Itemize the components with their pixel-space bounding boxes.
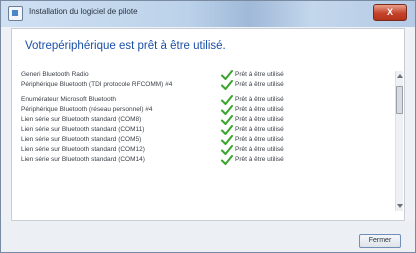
device-list: Generi Bluetooth Radio Prêt à être utilis… — [21, 70, 381, 209]
device-name: Lien série sur Bluetooth standard (COM12… — [21, 146, 145, 153]
device-row: Périphérique Bluetooth (réseau personnel… — [21, 105, 381, 116]
installer-window: Installation du logiciel de pilote X Vot… — [0, 0, 416, 253]
device-row: Generi Bluetooth Radio Prêt à être utilis… — [21, 70, 381, 81]
device-row: Lien série sur Bluetooth standard (COM8)… — [21, 115, 381, 126]
device-status: Prêt à être utilisé — [235, 126, 284, 133]
close-button[interactable]: Fermer — [359, 234, 401, 248]
device-status: Prêt à être utilisé — [235, 81, 284, 88]
footer-bar: Fermer — [1, 221, 415, 252]
checkmark-icon — [221, 115, 233, 125]
device-status: Prêt à être utilisé — [235, 146, 284, 153]
device-row: Enumérateur Microsoft Bluetooth Prêt à êt… — [21, 95, 381, 106]
scroll-thumb[interactable] — [396, 86, 403, 114]
device-status: Prêt à être utilisé — [235, 106, 284, 113]
device-name: Lien série sur Bluetooth standard (COM14… — [21, 156, 145, 163]
device-row: Lien série sur Bluetooth standard (COM12… — [21, 145, 381, 156]
device-name: Generi Bluetooth Radio — [21, 71, 89, 78]
checkmark-icon — [221, 135, 233, 145]
device-name: Périphérique Bluetooth (TDI protocole RF… — [21, 81, 173, 88]
window-close-button[interactable]: X — [373, 4, 407, 21]
device-name: Lien série sur Bluetooth standard (COM11… — [21, 126, 145, 133]
device-status: Prêt à être utilisé — [235, 156, 284, 163]
device-row: Lien série sur Bluetooth standard (COM14… — [21, 155, 381, 166]
device-status: Prêt à être utilisé — [235, 136, 284, 143]
title-bar[interactable]: Installation du logiciel de pilote X — [1, 1, 415, 27]
checkmark-icon — [221, 105, 233, 115]
device-row: Lien série sur Bluetooth standard (COM5)… — [21, 135, 381, 146]
device-name: Lien série sur Bluetooth standard (COM8) — [21, 116, 142, 123]
device-name: Périphérique Bluetooth (réseau personnel… — [21, 106, 153, 113]
device-list-scrollbar[interactable] — [395, 71, 403, 211]
device-status: Prêt à être utilisé — [235, 71, 284, 78]
device-name: Enumérateur Microsoft Bluetooth — [21, 96, 117, 103]
device-name: Lien série sur Bluetooth standard (COM5) — [21, 136, 142, 143]
checkmark-icon — [221, 155, 233, 165]
page-title: Votrepériphérique est prêt à être utilis… — [25, 40, 226, 52]
scroll-up-arrow-icon[interactable] — [397, 74, 403, 78]
window-title: Installation du logiciel de pilote — [29, 7, 138, 16]
device-status: Prêt à être utilisé — [235, 96, 284, 103]
checkmark-icon — [221, 80, 233, 90]
device-row: Périphérique Bluetooth (TDI protocole RF… — [21, 80, 381, 96]
content-panel: Votrepériphérique est prêt à être utilis… — [11, 28, 405, 221]
device-status: Prêt à être utilisé — [235, 116, 284, 123]
checkmark-icon — [221, 145, 233, 155]
scroll-down-arrow-icon[interactable] — [397, 204, 403, 208]
window-app-icon — [8, 6, 23, 21]
device-row: Lien série sur Bluetooth standard (COM11… — [21, 125, 381, 136]
checkmark-icon — [221, 95, 233, 105]
checkmark-icon — [221, 125, 233, 135]
checkmark-icon — [221, 70, 233, 80]
